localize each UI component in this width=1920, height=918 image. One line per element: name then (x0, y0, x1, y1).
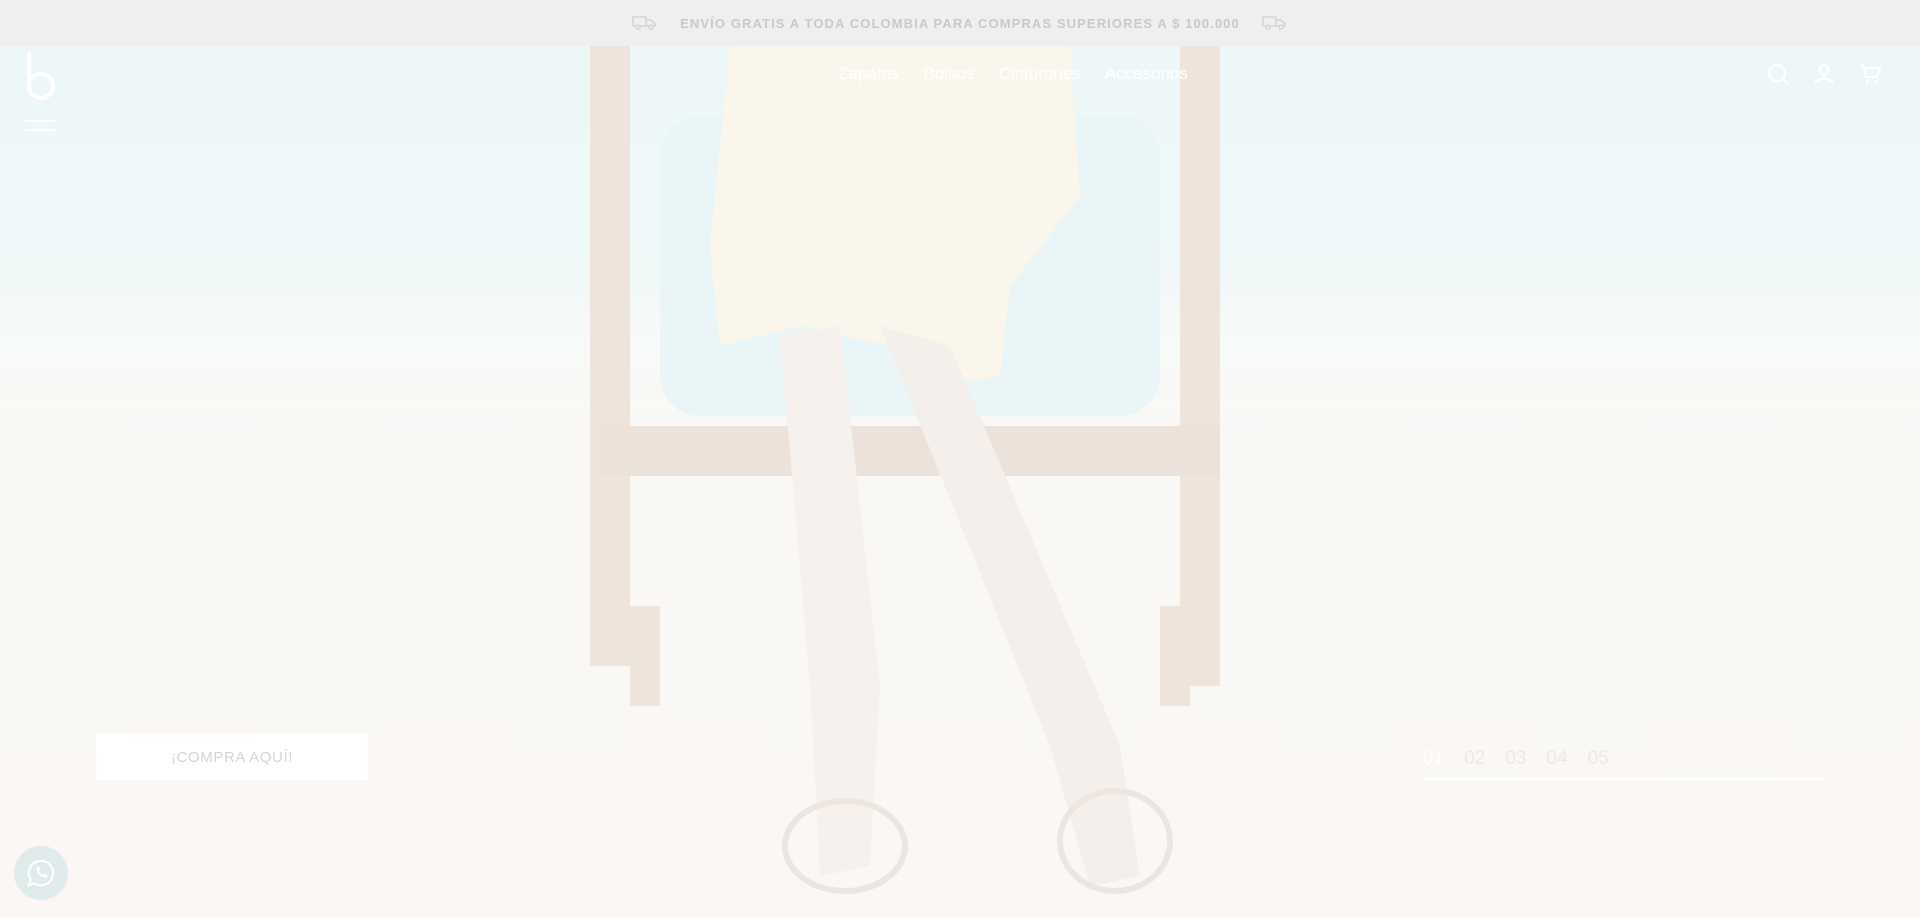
delivery-truck-icon (1262, 14, 1288, 33)
slide-indicator[interactable]: 01 (1423, 748, 1444, 770)
whatsapp-button[interactable] (14, 846, 68, 900)
shop-now-button[interactable]: ¡COMPRA AQUÍ! (96, 734, 368, 780)
nav-item-zapatos[interactable]: Zapatos (838, 64, 899, 84)
delivery-truck-icon (632, 14, 658, 33)
brand-logo[interactable] (25, 52, 55, 105)
brand-b-logo (27, 52, 55, 100)
hero-overlay (0, 46, 1920, 918)
slide-indicator[interactable]: 03 (1505, 748, 1526, 770)
nav-item-bolsos[interactable]: Bolsos (923, 64, 974, 84)
whatsapp-icon (27, 859, 55, 887)
slide-indicators: 01 02 03 04 05 (1423, 748, 1609, 770)
nav-item-accesorios[interactable]: Accesorios (1105, 64, 1188, 84)
slide-indicator[interactable]: 04 (1546, 748, 1567, 770)
announcement-bar: ENVÍO GRATIS A TODA COLOMBIA PARA COMPRA… (0, 0, 1920, 46)
cart-icon[interactable] (1858, 62, 1882, 91)
hamburger-menu-icon[interactable] (25, 120, 55, 138)
slide-indicator[interactable]: 05 (1588, 748, 1609, 770)
header-actions (1766, 62, 1882, 91)
nav-item-cinturones[interactable]: Cinturones (998, 64, 1080, 84)
slide-indicator[interactable]: 02 (1464, 748, 1485, 770)
user-icon[interactable] (1812, 62, 1836, 91)
hero-banner[interactable] (0, 46, 1920, 918)
slide-progress-line (1423, 778, 1825, 780)
main-nav: Zapatos Bolsos Cinturones Accesorios (838, 64, 1188, 84)
announcement-text: ENVÍO GRATIS A TODA COLOMBIA PARA COMPRA… (680, 15, 1240, 31)
search-icon[interactable] (1766, 62, 1790, 91)
